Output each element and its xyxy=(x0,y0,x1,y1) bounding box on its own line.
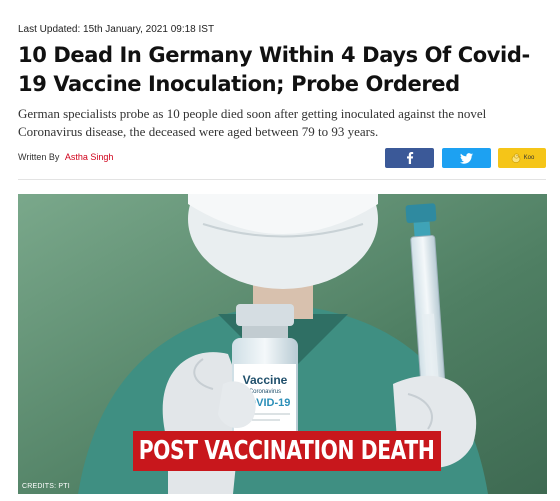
article-hero-image: Vaccine Coronavirus COVID-19 POST VACCIN… xyxy=(18,194,547,494)
article-summary: German specialists probe as 10 people di… xyxy=(18,106,487,139)
byline: Written By Astha Singh xyxy=(18,152,113,162)
headline: 10 Dead In Germany Within 4 Days Of Covi… xyxy=(18,43,530,96)
twitter-share-button[interactable] xyxy=(442,148,491,168)
koo-share-button[interactable]: Koo xyxy=(498,148,546,168)
post-vaccination-death-banner: POST VACCINATION DEATH xyxy=(133,431,441,471)
facebook-share-button[interactable] xyxy=(385,148,434,168)
author-link[interactable]: Astha Singh xyxy=(65,152,114,162)
koo-bird-icon xyxy=(510,152,522,164)
facebook-icon xyxy=(406,152,414,164)
header-divider xyxy=(18,179,546,180)
vial-label-sub: Coronavirus xyxy=(249,389,281,395)
image-credits: CREDITS: PTI xyxy=(22,483,70,490)
last-updated: Last Updated: 15th January, 2021 09:18 I… xyxy=(18,24,215,35)
twitter-icon xyxy=(460,152,473,164)
banner-text: POST VACCINATION DEATH xyxy=(139,436,435,466)
byline-prefix: Written By xyxy=(18,152,60,162)
vial-label-top: Vaccine xyxy=(243,373,288,387)
koo-label: Koo xyxy=(523,155,535,161)
